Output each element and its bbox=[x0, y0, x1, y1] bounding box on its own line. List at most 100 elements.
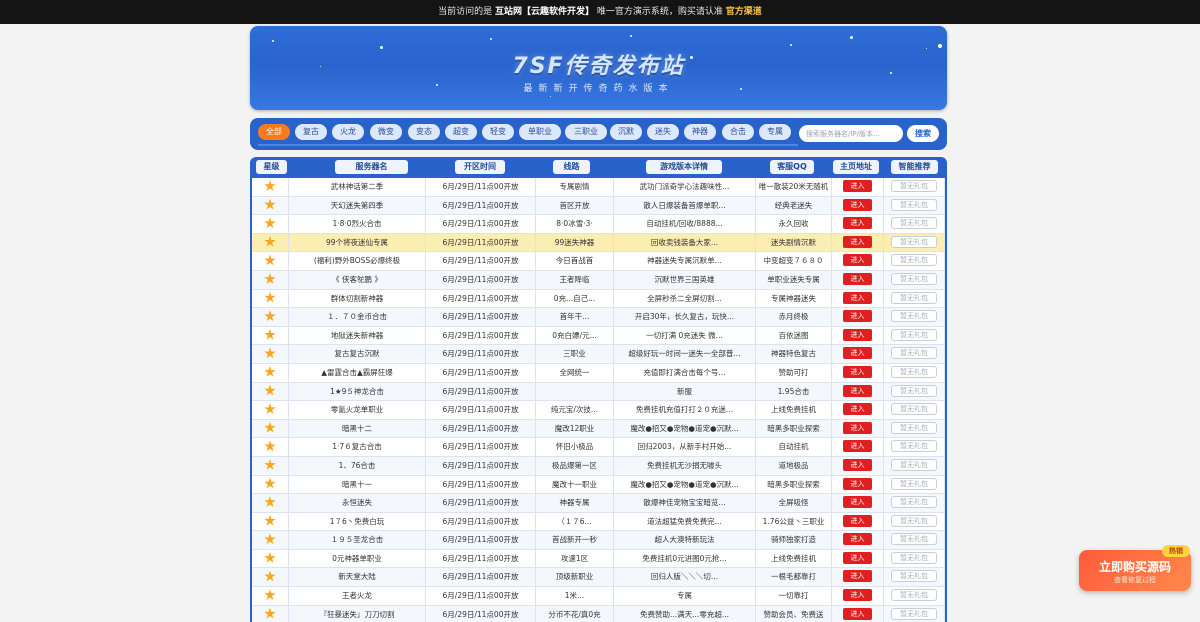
gift-pack-button[interactable]: 暂无礼包 bbox=[891, 607, 937, 620]
enter-button[interactable]: 进入 bbox=[843, 403, 872, 416]
enter-button[interactable]: 进入 bbox=[843, 235, 872, 248]
gift-pack-button[interactable]: 暂无礼包 bbox=[891, 328, 937, 341]
enter-button[interactable]: 进入 bbox=[843, 291, 872, 304]
server-name-cell[interactable]: １．７０金币合击 bbox=[289, 308, 426, 327]
filter-tab-light-change[interactable]: 轻变 bbox=[482, 124, 514, 140]
enter-button[interactable]: 进入 bbox=[843, 551, 872, 564]
server-name-cell[interactable]: 1、76合击 bbox=[289, 456, 426, 476]
notice-official-channel-link[interactable]: 官方渠道 bbox=[726, 7, 762, 17]
gift-pack-button[interactable]: 暂无礼包 bbox=[891, 533, 937, 546]
gift-pack-button[interactable]: 暂无礼包 bbox=[891, 310, 937, 323]
server-name-cell[interactable]: 王者火龙 bbox=[289, 587, 426, 606]
server-search-input[interactable] bbox=[799, 125, 903, 142]
filter-tab-artifact[interactable]: 神器 bbox=[684, 124, 716, 140]
server-name-cell[interactable]: 1★9５神龙合击 bbox=[289, 382, 426, 402]
gift-pack-button[interactable]: 暂无礼包 bbox=[891, 235, 937, 248]
filter-tab-micro-change[interactable]: 微变 bbox=[370, 124, 402, 140]
gift-pack-button[interactable]: 暂无礼包 bbox=[891, 403, 937, 416]
enter-button[interactable]: 进入 bbox=[843, 347, 872, 360]
server-name-cell[interactable]: 天幻迷失第四季 bbox=[289, 196, 426, 216]
gift-pack-button[interactable]: 暂无礼包 bbox=[891, 477, 937, 490]
enter-button[interactable]: 进入 bbox=[843, 180, 872, 192]
filter-tab-three-class[interactable]: 三职业 bbox=[565, 124, 607, 140]
gift-pack-button[interactable]: 暂无礼包 bbox=[891, 440, 937, 453]
enter-button[interactable]: 进入 bbox=[843, 440, 872, 453]
gift-pack-button[interactable]: 暂无礼包 bbox=[891, 254, 937, 267]
server-name-cell[interactable]: 暗黑十一 bbox=[289, 475, 426, 495]
server-name-cell[interactable]: 零氪火龙单职业 bbox=[289, 401, 426, 420]
recommend-cell: 暂无礼包 bbox=[884, 233, 945, 253]
gift-pack-button[interactable]: 暂无礼包 bbox=[891, 384, 937, 397]
enter-button[interactable]: 进入 bbox=[843, 272, 872, 285]
gift-pack-button[interactable]: 暂无礼包 bbox=[891, 272, 937, 285]
server-name-cell[interactable]: 『狂暴迷失』刀刀切割 bbox=[289, 605, 426, 622]
homepage-cell: 进入 bbox=[832, 438, 884, 457]
enter-button[interactable]: 进入 bbox=[843, 514, 872, 527]
filter-tab-single-class[interactable]: 单职业 bbox=[519, 124, 561, 140]
gift-pack-button[interactable]: 暂无礼包 bbox=[891, 589, 937, 602]
filter-tab-combo[interactable]: 合击 bbox=[722, 124, 754, 140]
enter-button[interactable]: 进入 bbox=[843, 217, 872, 230]
enter-button[interactable]: 进入 bbox=[843, 254, 872, 267]
notice-site-name[interactable]: 互站网【云趣软件开发】 bbox=[495, 7, 594, 17]
homepage-cell: 进入 bbox=[832, 382, 884, 402]
gift-pack-button[interactable]: 暂无礼包 bbox=[891, 551, 937, 564]
server-name-cell[interactable]: 99个将夜迷仙专属 bbox=[289, 233, 426, 253]
server-name-cell[interactable]: ▲雷霆合击▲霸屏狂爆 bbox=[289, 363, 426, 383]
search-button[interactable]: 搜索 bbox=[907, 125, 939, 142]
enter-button[interactable]: 进入 bbox=[843, 533, 872, 546]
filter-tab-exclusive[interactable]: 专属 bbox=[759, 124, 791, 140]
server-name-cell[interactable]: 1·7６复古合击 bbox=[289, 438, 426, 457]
gift-pack-button[interactable]: 暂无礼包 bbox=[891, 421, 937, 434]
gift-pack-button[interactable]: 暂无礼包 bbox=[891, 180, 937, 192]
star-icon bbox=[264, 403, 276, 415]
filter-tab-mutant[interactable]: 变态 bbox=[408, 124, 440, 140]
server-name-cell[interactable]: １９５圣龙合击 bbox=[289, 531, 426, 550]
version-detail-cell: 沉默世界三国英雄 bbox=[614, 270, 756, 290]
server-name-cell[interactable]: 1·8·0烈火合击 bbox=[289, 215, 426, 234]
filter-tab-all[interactable]: 全部 bbox=[258, 124, 290, 140]
server-name-cell[interactable]: 0元神器单职业 bbox=[289, 549, 426, 569]
enter-button[interactable]: 进入 bbox=[843, 365, 872, 378]
server-name-cell[interactable]: 新天堂大陆 bbox=[289, 568, 426, 588]
gift-pack-button[interactable]: 暂无礼包 bbox=[891, 347, 937, 360]
filter-tab-retro[interactable]: 复古 bbox=[295, 124, 327, 140]
gift-pack-button[interactable]: 暂无礼包 bbox=[891, 291, 937, 304]
enter-button[interactable]: 进入 bbox=[843, 328, 872, 341]
server-name-cell[interactable]: 地狱迷失新神器 bbox=[289, 326, 426, 346]
server-name-cell[interactable]: 武林神话第二季 bbox=[289, 178, 426, 197]
gift-pack-button[interactable]: 暂无礼包 bbox=[891, 365, 937, 378]
filter-tab-super-change[interactable]: 超变 bbox=[445, 124, 477, 140]
filter-tab-lost[interactable]: 迷失 bbox=[647, 124, 679, 140]
gift-pack-button[interactable]: 暂无礼包 bbox=[891, 570, 937, 583]
version-detail-cell: 一切打满 0充迷失 微... bbox=[614, 326, 756, 346]
header-version-detail: 游戏版本详情 bbox=[646, 160, 722, 174]
table-row: 《 侠客鸵鹏 》 6月/29日/11点00开放 王者降临 沉默世界三国英雄 单职业迷失专… bbox=[252, 270, 945, 290]
enter-button[interactable]: 进入 bbox=[843, 198, 872, 211]
enter-button[interactable]: 进入 bbox=[843, 458, 872, 471]
enter-button[interactable]: 进入 bbox=[843, 496, 872, 509]
enter-button[interactable]: 进入 bbox=[843, 384, 872, 397]
enter-button[interactable]: 进入 bbox=[843, 570, 872, 583]
line-cell: 专属剧情 bbox=[536, 178, 614, 197]
gift-pack-button[interactable]: 暂无礼包 bbox=[891, 458, 937, 471]
enter-button[interactable]: 进入 bbox=[843, 607, 872, 620]
server-name-cell[interactable]: 永恒迷失 bbox=[289, 494, 426, 513]
enter-button[interactable]: 进入 bbox=[843, 421, 872, 434]
enter-button[interactable]: 进入 bbox=[843, 310, 872, 323]
filter-tab-fire-dragon[interactable]: 火龙 bbox=[332, 124, 364, 140]
filter-scroll-track[interactable] bbox=[258, 144, 798, 146]
gift-pack-button[interactable]: 暂无礼包 bbox=[891, 217, 937, 230]
enter-button[interactable]: 进入 bbox=[843, 477, 872, 490]
server-name-cell[interactable]: 《 侠客鸵鹏 》 bbox=[289, 270, 426, 290]
server-name-cell[interactable]: 复古复古沉默 bbox=[289, 345, 426, 364]
server-name-cell[interactable]: 群体切割新神器 bbox=[289, 289, 426, 309]
gift-pack-button[interactable]: 暂无礼包 bbox=[891, 496, 937, 509]
server-name-cell[interactable]: 1７6丶免费白玩 bbox=[289, 512, 426, 532]
filter-tab-silence[interactable]: 沉默 bbox=[610, 124, 642, 140]
gift-pack-button[interactable]: 暂无礼包 bbox=[891, 198, 937, 211]
server-name-cell[interactable]: (福利)野外BOSS必爆终极 bbox=[289, 252, 426, 271]
server-name-cell[interactable]: 暗黑十二 bbox=[289, 419, 426, 439]
gift-pack-button[interactable]: 暂无礼包 bbox=[891, 514, 937, 527]
enter-button[interactable]: 进入 bbox=[843, 589, 872, 602]
